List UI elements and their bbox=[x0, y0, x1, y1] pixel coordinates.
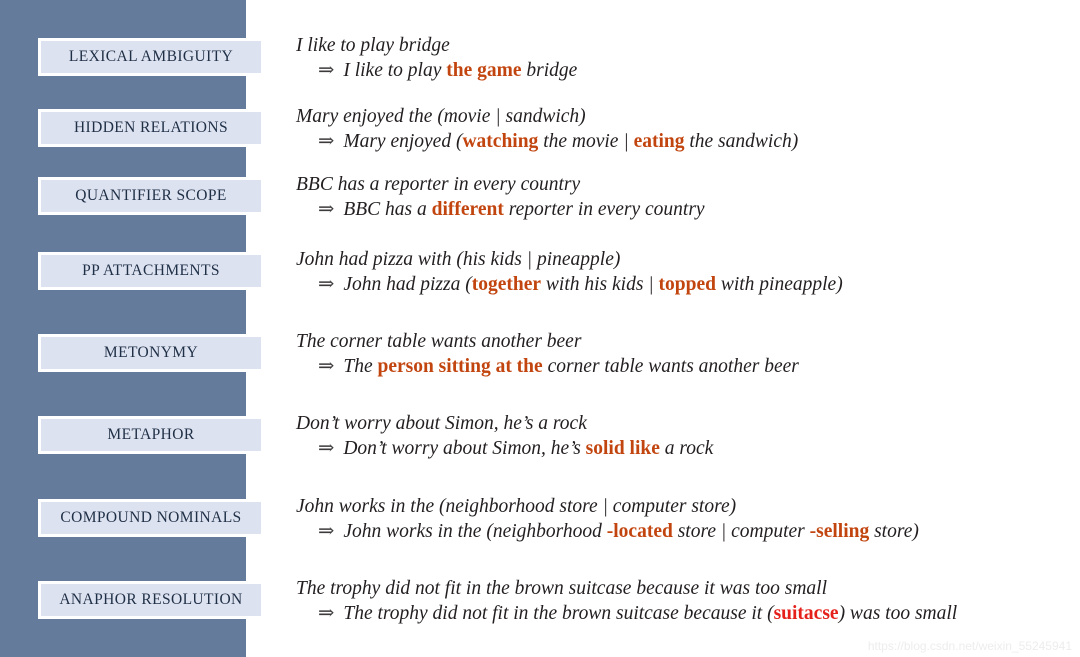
highlighted-fragment: different bbox=[431, 198, 504, 220]
source-sentence: Mary enjoyed the (movie | sandwich) bbox=[296, 106, 586, 127]
example-row-2: BBC has a reporter in every country ⇒ BBC … bbox=[296, 173, 1080, 223]
output-fragment: with his kids | bbox=[541, 273, 659, 295]
category-label-5: METAPHOR bbox=[38, 416, 264, 454]
category-label-text: HIDDEN RELATIONS bbox=[73, 119, 229, 136]
examples-column: I like to play bridge ⇒ I like to play the… bbox=[296, 0, 1080, 657]
implies-arrow-icon: ⇒ bbox=[318, 437, 335, 459]
category-label-text: PP ATTACHMENTS bbox=[82, 262, 220, 279]
category-label-text: ANAPHOR RESOLUTION bbox=[59, 591, 243, 608]
highlighted-fragment: -selling bbox=[809, 520, 870, 542]
watermark-text: https://blog.csdn.net/weixin_55245941 bbox=[867, 639, 1072, 653]
implies-arrow-icon: ⇒ bbox=[318, 198, 335, 220]
source-sentence: The trophy did not fit in the brown suit… bbox=[296, 578, 827, 599]
highlighted-fragment: watching bbox=[462, 130, 539, 152]
category-label-text: LEXICAL AMBIGUITY bbox=[68, 48, 234, 65]
output-sentence: ⇒ Mary enjoyed (watching the movie | eati… bbox=[296, 130, 1080, 155]
output-fragment: ) was too small bbox=[838, 602, 958, 624]
source-sentence: I like to play bridge bbox=[296, 35, 450, 56]
category-label-text: COMPOUND NOMINALS bbox=[60, 509, 242, 526]
output-fragment: a rock bbox=[659, 437, 714, 459]
category-label-3: PP ATTACHMENTS bbox=[38, 252, 264, 290]
sidebar-band bbox=[0, 0, 246, 657]
source-sentence: The corner table wants another beer bbox=[296, 331, 582, 352]
example-row-1: Mary enjoyed the (movie | sandwich) ⇒ Mary… bbox=[296, 105, 1080, 155]
highlighted-fragment: person sitting at the bbox=[377, 355, 543, 377]
output-sentence: ⇒ The trophy did not fit in the brown sui… bbox=[296, 602, 1080, 627]
example-row-4: The corner table wants another beer ⇒ The … bbox=[296, 330, 1080, 380]
category-label-text: METONYMY bbox=[103, 344, 199, 361]
output-fragment: the sandwich) bbox=[684, 130, 799, 152]
category-label-7: ANAPHOR RESOLUTION bbox=[38, 581, 264, 619]
output-fragment: The trophy did not fit in the brown suit… bbox=[343, 602, 774, 624]
output-fragment: corner table wants another beer bbox=[542, 355, 799, 377]
category-label-text: QUANTIFIER SCOPE bbox=[75, 187, 227, 204]
category-label-text: METAPHOR bbox=[107, 426, 195, 443]
category-label-0: LEXICAL AMBIGUITY bbox=[38, 38, 264, 76]
category-label-2: QUANTIFIER SCOPE bbox=[38, 177, 264, 215]
output-fragment: with pineapple) bbox=[715, 273, 843, 295]
output-fragment: Don’t worry about Simon, he’s bbox=[343, 437, 586, 459]
output-fragment: I like to play bbox=[343, 59, 447, 81]
output-fragment: the movie | bbox=[538, 130, 634, 152]
example-row-0: I like to play bridge ⇒ I like to play the… bbox=[296, 34, 1080, 84]
output-sentence: ⇒ BBC has a different reporter in every c… bbox=[296, 198, 1080, 223]
highlighted-fragment: the game bbox=[446, 59, 522, 81]
source-sentence: John works in the (neighborhood store | … bbox=[296, 496, 737, 517]
implies-arrow-icon: ⇒ bbox=[318, 59, 335, 81]
output-fragment: bridge bbox=[521, 59, 578, 81]
source-sentence: Don’t worry about Simon, he’s a rock bbox=[296, 413, 587, 434]
implies-arrow-icon: ⇒ bbox=[318, 273, 335, 295]
example-row-7: The trophy did not fit in the brown suit… bbox=[296, 577, 1080, 627]
output-fragment: Mary enjoyed ( bbox=[343, 130, 463, 152]
highlighted-fragment: eating bbox=[633, 130, 685, 152]
highlighted-fragment-alt: suitacse bbox=[773, 602, 839, 624]
highlighted-fragment: -located bbox=[606, 520, 673, 542]
output-fragment: BBC has a bbox=[343, 198, 432, 220]
output-fragment: reporter in every country bbox=[503, 198, 705, 220]
implies-arrow-icon: ⇒ bbox=[318, 602, 335, 624]
example-row-5: Don’t worry about Simon, he’s a rock ⇒ Don… bbox=[296, 412, 1080, 462]
output-sentence: ⇒ I like to play the game bridge bbox=[296, 59, 1080, 84]
implies-arrow-icon: ⇒ bbox=[318, 520, 335, 542]
output-sentence: ⇒ The person sitting at the corner table … bbox=[296, 355, 1080, 380]
category-label-6: COMPOUND NOMINALS bbox=[38, 499, 264, 537]
implies-arrow-icon: ⇒ bbox=[318, 355, 335, 377]
highlighted-fragment: together bbox=[471, 273, 542, 295]
output-fragment: store | computer bbox=[672, 520, 810, 542]
example-row-6: John works in the (neighborhood store | … bbox=[296, 495, 1080, 545]
category-label-4: METONYMY bbox=[38, 334, 264, 372]
output-fragment: John works in the (neighborhood bbox=[343, 520, 607, 542]
implies-arrow-icon: ⇒ bbox=[318, 130, 335, 152]
output-sentence: ⇒ Don’t worry about Simon, he’s solid lik… bbox=[296, 437, 1080, 462]
output-sentence: ⇒ John had pizza (together with his kids … bbox=[296, 273, 1080, 298]
source-sentence: John had pizza with (his kids | pineappl… bbox=[296, 249, 621, 270]
highlighted-fragment: topped bbox=[658, 273, 716, 295]
output-fragment: store) bbox=[869, 520, 919, 542]
output-fragment: John had pizza ( bbox=[343, 273, 472, 295]
category-label-1: HIDDEN RELATIONS bbox=[38, 109, 264, 147]
output-fragment: The bbox=[343, 355, 378, 377]
source-sentence: BBC has a reporter in every country bbox=[296, 174, 581, 195]
output-sentence: ⇒ John works in the (neighborhood -locate… bbox=[296, 520, 1080, 545]
highlighted-fragment: solid like bbox=[585, 437, 660, 459]
example-row-3: John had pizza with (his kids | pineappl… bbox=[296, 248, 1080, 298]
